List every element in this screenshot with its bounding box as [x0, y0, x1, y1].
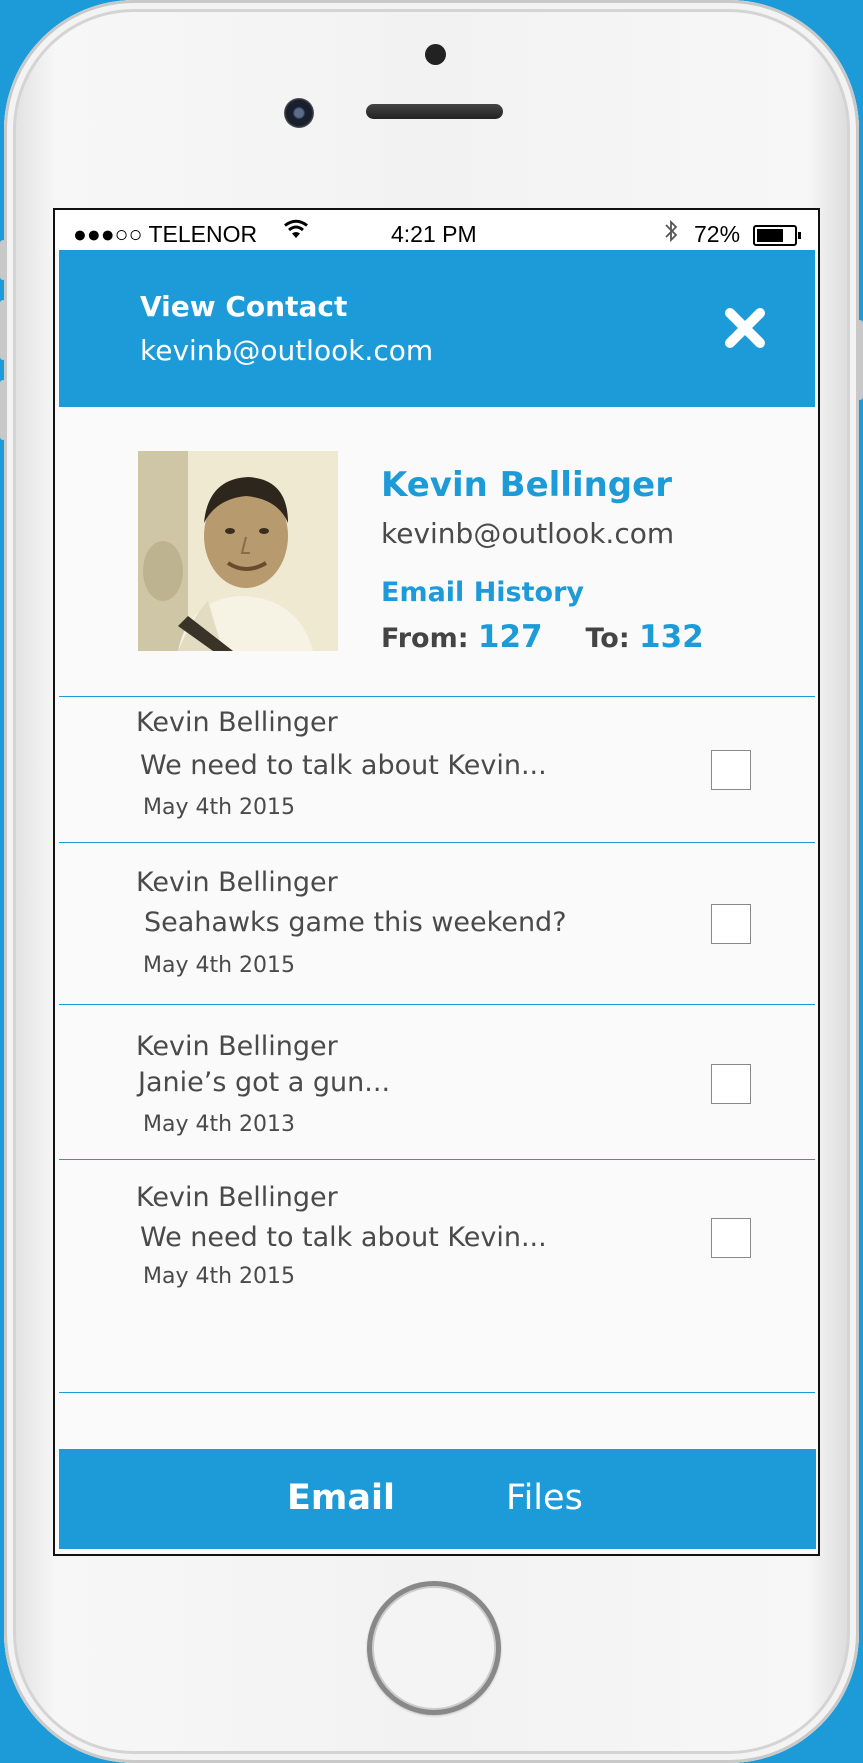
from-count: 127 — [477, 619, 543, 655]
email-date: May 4th 2015 — [143, 1264, 296, 1289]
close-icon[interactable] — [723, 306, 767, 350]
email-sender: Kevin Bellinger — [136, 1182, 338, 1213]
status-time: 4:21 PM — [391, 221, 477, 247]
battery-icon — [753, 225, 801, 246]
email-sender: Kevin Bellinger — [136, 1031, 338, 1062]
phone-frame: ●●●○○ TELENOR 4:21 PM 72% View Contact k… — [0, 0, 863, 1763]
header-title: View Contact — [140, 290, 348, 323]
list-item[interactable]: Kevin Bellinger Seahawks game this weeke… — [59, 842, 815, 1005]
email-subject: Seahawks game this weekend? — [144, 907, 567, 938]
email-checkbox[interactable] — [711, 1218, 751, 1258]
tab-files[interactable]: Files — [506, 1478, 583, 1518]
email-subject: We need to talk about Kevin... — [140, 750, 547, 781]
screen: ●●●○○ TELENOR 4:21 PM 72% View Contact k… — [53, 208, 820, 1556]
earpiece-speaker — [366, 104, 503, 119]
list-item[interactable]: Kevin Bellinger We need to talk about Ke… — [59, 1159, 815, 1316]
contact-header: View Contact kevinb@outlook.com — [59, 250, 815, 407]
battery-fill — [757, 229, 783, 242]
email-subject: Janie’s got a gun... — [138, 1067, 391, 1098]
power-button — [857, 320, 863, 400]
signal-strength: ●●●○○ — [73, 221, 143, 247]
carrier-info: ●●●○○ TELENOR — [73, 221, 257, 248]
to-label: To: — [585, 623, 630, 654]
from-label: From: — [381, 623, 469, 654]
bluetooth-icon — [663, 219, 679, 249]
volume-up-button — [0, 300, 6, 360]
list-item[interactable]: Kevin Bellinger We need to talk about Ke… — [59, 696, 815, 843]
contact-name: Kevin Bellinger — [381, 465, 672, 505]
email-checkbox[interactable] — [711, 1064, 751, 1104]
email-date: May 4th 2013 — [143, 1112, 296, 1137]
contact-email: kevinb@outlook.com — [381, 517, 675, 550]
email-sender: Kevin Bellinger — [136, 707, 338, 738]
contact-profile: Kevin Bellinger kevinb@outlook.com Email… — [55, 407, 818, 703]
front-camera-icon — [284, 98, 314, 128]
status-bar: ●●●○○ TELENOR 4:21 PM 72% — [55, 210, 818, 250]
list-divider — [59, 1392, 815, 1393]
battery-percent: 72% — [694, 221, 741, 247]
volume-down-button — [0, 380, 6, 440]
email-subject: We need to talk about Kevin... — [140, 1222, 547, 1253]
wifi-icon — [283, 218, 309, 246]
email-date: May 4th 2015 — [143, 795, 296, 820]
list-item[interactable]: Kevin Bellinger Janie’s got a gun... May… — [59, 1004, 815, 1160]
proximity-sensor — [425, 44, 446, 65]
email-counts: From: 127 To: 132 — [381, 619, 704, 655]
battery-nub — [798, 232, 801, 239]
email-checkbox[interactable] — [711, 750, 751, 790]
to-count: 132 — [639, 619, 704, 655]
header-subtitle: kevinb@outlook.com — [140, 334, 434, 367]
tab-email[interactable]: Email — [287, 1478, 395, 1518]
avatar — [138, 451, 338, 651]
email-date: May 4th 2015 — [143, 953, 296, 978]
email-checkbox[interactable] — [711, 904, 751, 944]
bottom-tab-bar: Email Files — [59, 1449, 816, 1549]
home-button[interactable] — [367, 1581, 501, 1715]
email-history-label: Email History — [381, 577, 585, 608]
mute-switch — [0, 240, 6, 280]
carrier-name: TELENOR — [148, 221, 258, 247]
email-sender: Kevin Bellinger — [136, 867, 338, 898]
